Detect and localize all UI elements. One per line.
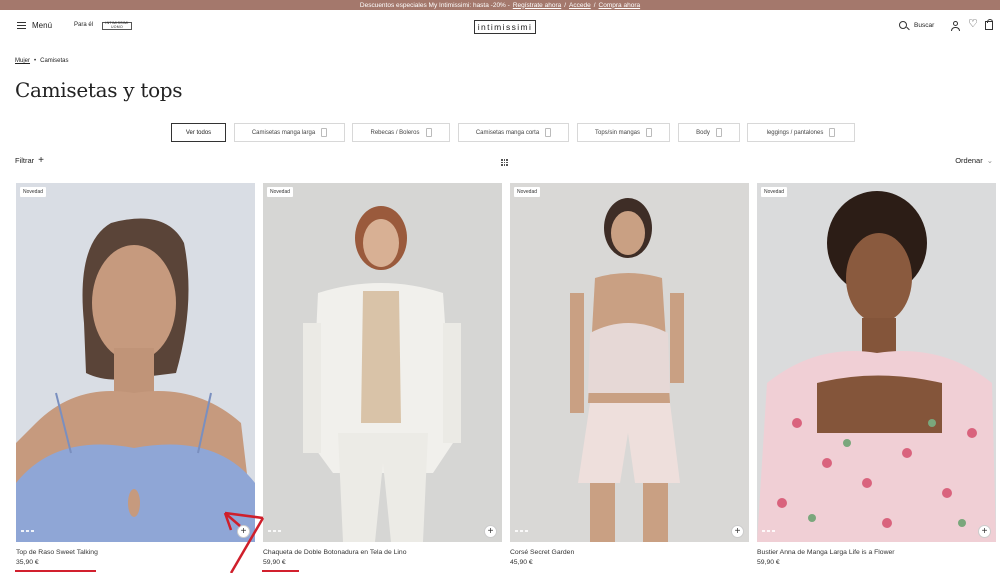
menu-button[interactable]: Menú (17, 21, 52, 30)
product-price: 35,90 € (16, 559, 39, 566)
breadcrumb-separator: • (34, 58, 37, 64)
add-to-cart-button[interactable]: + (237, 525, 250, 538)
product-image[interactable]: Novedad + (263, 183, 502, 542)
heart-icon[interactable]: ♡ (968, 19, 978, 30)
site-header: Menú Para él INTIMISSIMI UOMO intimissim… (0, 10, 1000, 44)
chip-leggings-pantalones[interactable]: leggings / pantalones (747, 123, 855, 142)
user-icon[interactable] (951, 21, 960, 31)
shopping-bag-icon[interactable] (985, 19, 993, 30)
breadcrumb: Mujer • Camisetas (15, 58, 68, 64)
promo-separator: / (593, 1, 596, 9)
brand-logo[interactable]: intimissimi (474, 20, 536, 34)
product-price: 59,90 € (263, 559, 286, 566)
chip-body[interactable]: Body (678, 123, 740, 142)
chip-label: leggings / pantalones (766, 129, 824, 136)
chip-camisetas-manga-corta[interactable]: Camisetas manga corta (458, 123, 569, 142)
menu-label: Menú (32, 21, 53, 30)
filter-label: Filtrar (15, 156, 35, 165)
login-link[interactable]: Accede (569, 2, 591, 9)
promo-separator: / (564, 1, 567, 9)
annotation-underline (262, 570, 299, 572)
uomo-logo-line2: UOMO (110, 25, 124, 29)
product-name[interactable]: Top de Raso Sweet Talking (16, 549, 255, 556)
image-carousel-dots[interactable] (268, 530, 281, 532)
product-name[interactable]: Chaqueta de Doble Botonadura en Tela de … (263, 549, 502, 556)
new-badge: Novedad (761, 187, 788, 197)
breadcrumb-home[interactable]: Mujer (15, 58, 30, 64)
long-sleeve-shirt-icon (321, 128, 328, 137)
add-to-cart-button[interactable]: + (731, 525, 744, 538)
add-to-cart-button[interactable]: + (978, 525, 991, 538)
promo-bar: Descuentos especiales My Intimissimi: ha… (0, 0, 1000, 10)
chip-label: Camisetas manga larga (251, 129, 316, 136)
breadcrumb-current: Camisetas (40, 58, 69, 64)
product-card[interactable]: Novedad + Corsé Secret Garden 45,90 € (510, 183, 749, 566)
para-el-link[interactable]: Para él (74, 22, 93, 28)
image-carousel-dots[interactable] (515, 530, 528, 532)
add-to-cart-button[interactable]: + (484, 525, 497, 538)
filter-bar: Filtrar + Ordenar ⌄ (0, 154, 1000, 168)
intimissimi-uomo-logo[interactable]: INTIMISSIMI UOMO (102, 21, 132, 30)
annotation-underline (15, 570, 96, 572)
product-card[interactable]: Novedad + Bustier Anna de Manga Larga Li… (757, 183, 996, 566)
new-badge: Novedad (20, 187, 47, 197)
chip-tops-sin-mangas[interactable]: Tops/sin mangas (577, 123, 670, 142)
new-badge: Novedad (514, 187, 541, 197)
register-link[interactable]: Regístrate ahora (513, 2, 561, 9)
chevron-down-icon: ⌄ (986, 156, 993, 165)
product-card[interactable]: Novedad + Top de Raso Sweet Talking 35,9… (16, 183, 255, 566)
grid-view-icon[interactable] (501, 159, 508, 166)
search-icon (899, 21, 907, 29)
image-carousel-dots[interactable] (762, 530, 775, 532)
sort-label: Ordenar (955, 156, 983, 165)
hamburger-icon (17, 22, 26, 29)
image-carousel-dots[interactable] (21, 530, 34, 532)
chip-rebecas-boleros[interactable]: Rebecas / Boleros (352, 123, 450, 142)
tank-top-icon (646, 128, 653, 137)
search-label: Buscar (914, 21, 935, 29)
chip-camisetas-manga-larga[interactable]: Camisetas manga larga (234, 123, 345, 142)
new-badge: Novedad (267, 187, 294, 197)
product-price: 45,90 € (510, 559, 533, 566)
bodysuit-icon (715, 128, 722, 137)
product-image[interactable]: Novedad + (510, 183, 749, 542)
chip-label: Rebecas / Boleros (370, 129, 420, 136)
chip-label: Camisetas manga corta (475, 129, 540, 136)
promo-text: Descuentos especiales My Intimissimi: ha… (359, 1, 510, 9)
filter-button[interactable]: Filtrar + (15, 154, 45, 166)
page-title: Camisetas y tops (15, 78, 183, 102)
shop-now-link[interactable]: Compra ahora (599, 2, 641, 9)
chip-label: Ver todos (185, 129, 212, 136)
product-name[interactable]: Bustier Anna de Manga Larga Life is a Fl… (757, 549, 996, 556)
product-image[interactable]: Novedad + (16, 183, 255, 542)
t-shirt-icon (545, 128, 552, 137)
search-button[interactable]: Buscar (899, 21, 934, 29)
category-chips: Ver todos Camisetas manga larga Rebecas … (0, 123, 1000, 143)
chip-label: Tops/sin mangas (594, 129, 641, 136)
product-card[interactable]: Novedad + Chaqueta de Doble Botonadura e… (263, 183, 502, 566)
product-price: 59,90 € (757, 559, 780, 566)
product-name[interactable]: Corsé Secret Garden (510, 549, 749, 556)
chip-ver-todos[interactable]: Ver todos (171, 123, 226, 142)
product-image[interactable]: Novedad + (757, 183, 996, 542)
chip-label: Body (696, 129, 710, 136)
sort-button[interactable]: Ordenar ⌄ (955, 156, 993, 165)
leggings-icon (829, 128, 836, 137)
plus-icon: + (38, 154, 45, 166)
cardigan-icon (425, 128, 432, 137)
